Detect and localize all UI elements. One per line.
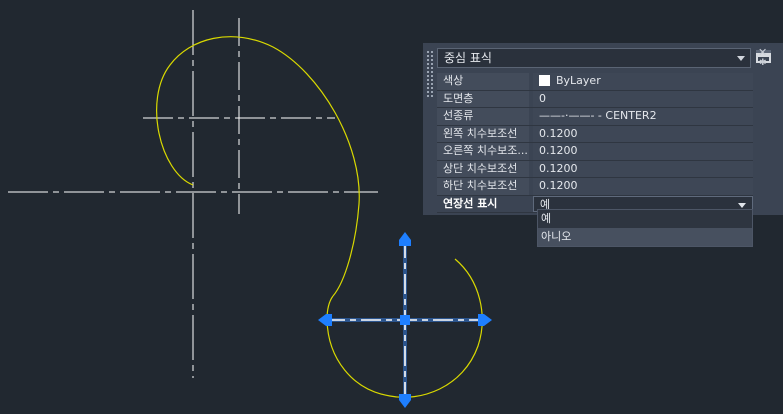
grip-dot bbox=[427, 59, 429, 61]
property-value[interactable]: 0 bbox=[533, 90, 753, 107]
dropdown-option-no[interactable]: 아니오 bbox=[538, 228, 752, 246]
chevron-down-icon bbox=[738, 202, 746, 208]
property-value[interactable]: ByLayer bbox=[533, 73, 753, 90]
grip-bottom bbox=[399, 394, 411, 408]
property-row-left-extension[interactable]: 왼쪽 치수보조선 0.1200 bbox=[437, 125, 753, 143]
property-label: 연장선 표시 bbox=[437, 195, 529, 212]
grip-center bbox=[400, 315, 410, 325]
grip-dot bbox=[427, 87, 429, 89]
grip-top bbox=[399, 232, 411, 246]
grip-left bbox=[318, 314, 332, 326]
grip-dot bbox=[431, 63, 433, 65]
object-type-select[interactable]: 중심 표식 bbox=[437, 48, 751, 68]
grip-dot bbox=[427, 51, 429, 53]
property-value[interactable]: ——-·——- - CENTER2 bbox=[533, 108, 753, 125]
property-label: 색상 bbox=[437, 73, 529, 90]
property-row-bottom-extension[interactable]: 하단 치수보조선 0.1200 bbox=[437, 178, 753, 196]
grip-dot bbox=[427, 55, 429, 57]
spline-curve[interactable] bbox=[156, 36, 360, 297]
property-label: 상단 치수보조선 bbox=[437, 160, 529, 177]
property-grid: 색상 ByLayer 도면층 0 선종류 ——-·——- - CENTER2 왼… bbox=[437, 73, 753, 213]
property-label: 왼쪽 치수보조선 bbox=[437, 125, 529, 142]
property-label: 오른쪽 치수보조... bbox=[437, 143, 529, 160]
grip-dot bbox=[427, 63, 429, 65]
grip-dot bbox=[431, 79, 433, 81]
grip-dot bbox=[427, 79, 429, 81]
grip-dot bbox=[431, 51, 433, 53]
grip-dot bbox=[431, 91, 433, 93]
property-label: 선종류 bbox=[437, 108, 529, 125]
property-value[interactable]: 0.1200 bbox=[533, 178, 753, 195]
property-value[interactable]: 0.1200 bbox=[533, 125, 753, 142]
grip-dot bbox=[431, 83, 433, 85]
property-value[interactable]: 0.1200 bbox=[533, 160, 753, 177]
grip-dot bbox=[431, 87, 433, 89]
grip-dot bbox=[431, 95, 433, 97]
grip-dot bbox=[427, 67, 429, 69]
property-value[interactable]: 0.1200 bbox=[533, 143, 753, 160]
grip-dot bbox=[427, 71, 429, 73]
grip-dot bbox=[427, 83, 429, 85]
property-row-layer[interactable]: 도면층 0 bbox=[437, 90, 753, 108]
property-row-color[interactable]: 색상 ByLayer bbox=[437, 73, 753, 91]
grip-dot bbox=[427, 95, 429, 97]
property-label: 하단 치수보조선 bbox=[437, 178, 529, 195]
grip-dot bbox=[427, 91, 429, 93]
show-extension-dropdown: 예 아니오 bbox=[537, 209, 753, 247]
grip-right bbox=[478, 314, 492, 326]
grip-dot bbox=[431, 59, 433, 61]
dropdown-option-yes[interactable]: 예 bbox=[538, 210, 752, 228]
chevron-down-icon bbox=[737, 56, 745, 61]
grip-dot bbox=[431, 55, 433, 57]
properties-palette: 중심 표식 ✕ 색상 ByLayer 도면층 0 선종류 ——-·——- - C… bbox=[423, 43, 783, 215]
gear-icon[interactable]: ✱ bbox=[759, 58, 767, 68]
color-value: ByLayer bbox=[556, 74, 601, 87]
object-type-label: 중심 표식 bbox=[444, 51, 492, 65]
grip-dot bbox=[427, 75, 429, 77]
grip-dot bbox=[431, 75, 433, 77]
property-row-linetype[interactable]: 선종류 ——-·——- - CENTER2 bbox=[437, 108, 753, 126]
palette-grip-handle[interactable] bbox=[425, 47, 435, 211]
property-row-top-extension[interactable]: 상단 치수보조선 0.1200 bbox=[437, 160, 753, 178]
grip-dot bbox=[431, 67, 433, 69]
grip-dot bbox=[431, 71, 433, 73]
property-row-right-extension[interactable]: 오른쪽 치수보조... 0.1200 bbox=[437, 143, 753, 161]
property-label: 도면층 bbox=[437, 90, 529, 107]
color-swatch bbox=[539, 75, 550, 86]
